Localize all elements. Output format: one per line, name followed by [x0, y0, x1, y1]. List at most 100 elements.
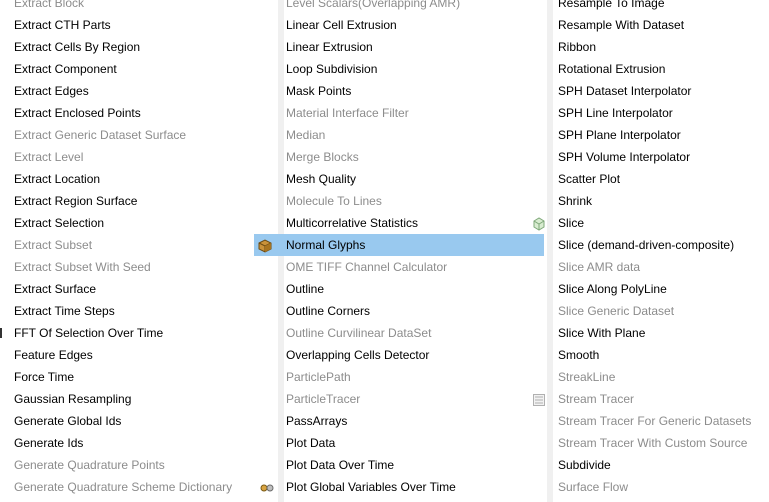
- menu-item[interactable]: Slice AMR data: [544, 256, 769, 278]
- menu-item[interactable]: Plot Data: [272, 432, 544, 454]
- menu-item[interactable]: Mesh Quality: [272, 168, 544, 190]
- menu-item[interactable]: ParticlePath: [272, 366, 544, 388]
- menu-item-label: Rotational Extrusion: [558, 62, 666, 76]
- menu-item[interactable]: Extract Time Steps: [0, 300, 272, 322]
- menu-item-label: Generate Quadrature Points: [14, 458, 165, 472]
- menu-item-label: Extract Block: [14, 0, 85, 10]
- menu-item[interactable]: Generate Ids: [0, 432, 272, 454]
- menu-item-label: Extract Subset With Seed: [14, 260, 151, 274]
- menu-item[interactable]: Resample With Dataset: [544, 14, 769, 36]
- menu-item-label: Plot Data: [286, 436, 336, 450]
- menu-item-label: SPH Plane Interpolator: [558, 128, 681, 142]
- menu-item[interactable]: Extract Level: [0, 146, 272, 168]
- menu-item[interactable]: Plot Data Over Time: [272, 454, 544, 476]
- menu-item[interactable]: Stream Tracer: [544, 388, 769, 410]
- menu-item-label: Force Time: [14, 370, 75, 384]
- menu-item[interactable]: PassArrays: [272, 410, 544, 432]
- menu-item-label: Extract Enclosed Points: [14, 106, 141, 120]
- menu-item-label: Resample With Dataset: [558, 18, 685, 32]
- menu-item[interactable]: Extract Subset With Seed: [0, 256, 272, 278]
- menu-item[interactable]: Slice: [544, 212, 769, 234]
- menu-item-label: Extract Region Surface: [14, 194, 138, 208]
- menu-item[interactable]: Resample To Image: [544, 0, 769, 14]
- menu-item[interactable]: Generate Quadrature Scheme Dictionary: [0, 476, 274, 498]
- menu-item[interactable]: Slice Along PolyLine: [544, 278, 769, 300]
- menu-item[interactable]: Extract Location: [0, 168, 272, 190]
- menu-item[interactable]: Overlapping Cells Detector: [272, 344, 544, 366]
- menu-item[interactable]: Linear Extrusion: [272, 36, 544, 58]
- menu-item[interactable]: Molecule To Lines: [272, 190, 544, 212]
- menu-item-label: Median: [286, 128, 326, 142]
- menu-item[interactable]: ParticleTracer: [272, 388, 545, 410]
- menu-item[interactable]: Extract Component: [0, 58, 272, 80]
- menu-item[interactable]: Outline: [272, 278, 544, 300]
- menu-item[interactable]: Subdivide: [544, 454, 769, 476]
- menu-item-label: Smooth: [558, 348, 600, 362]
- menu-item-label: Merge Blocks: [286, 150, 359, 164]
- menu-item-label: SPH Line Interpolator: [558, 106, 673, 120]
- menu-item[interactable]: Extract Block: [0, 0, 272, 14]
- menu-item[interactable]: Extract Cells By Region: [0, 36, 272, 58]
- menu-item[interactable]: Extract Region Surface: [0, 190, 272, 212]
- menu-item-label: Extract Generic Dataset Surface: [14, 128, 187, 142]
- menu-item[interactable]: Shrink: [544, 190, 769, 212]
- menu-item[interactable]: Slice (demand-driven-composite): [544, 234, 769, 256]
- menu-item-label: Linear Extrusion: [286, 40, 373, 54]
- menu-item[interactable]: Extract Edges: [0, 80, 272, 102]
- menu-item[interactable]: Outline Corners: [272, 300, 544, 322]
- menu-item[interactable]: Median: [272, 124, 544, 146]
- menu-item[interactable]: Extract Surface: [0, 278, 272, 300]
- menu-item[interactable]: Stream Tracer With Custom Source: [544, 432, 769, 454]
- menu-item-label: Extract Subset: [14, 238, 93, 252]
- menu-item[interactable]: Slice With Plane: [544, 322, 769, 344]
- menu-item[interactable]: Ribbon: [544, 36, 769, 58]
- menu-item-label: Multicorrelative Statistics: [286, 216, 419, 230]
- menu-item[interactable]: Gaussian Resampling: [0, 388, 272, 410]
- filters-menu: Extract Block Extract CTH Parts Extract …: [0, 0, 769, 502]
- menu-item[interactable]: Generate Global Ids: [0, 410, 272, 432]
- menu-item[interactable]: Multicorrelative Statistics: [272, 212, 545, 234]
- menu-item[interactable]: Plot Global Variables Over Time: [272, 476, 544, 498]
- menu-item[interactable]: FFT Of Selection Over Time: [0, 322, 272, 344]
- menu-item[interactable]: Merge Blocks: [272, 146, 544, 168]
- menu-item[interactable]: Surface Flow: [544, 476, 769, 498]
- menu-item[interactable]: SPH Dataset Interpolator: [544, 80, 769, 102]
- menu-item-label: Slice AMR data: [558, 260, 641, 274]
- menu-item-label: Slice Along PolyLine: [558, 282, 667, 296]
- menu-item-selected[interactable]: Normal Glyphs: [254, 234, 544, 256]
- menu-item-label: Normal Glyphs: [286, 238, 366, 252]
- menu-item-label: Surface Flow: [558, 480, 629, 494]
- menu-item[interactable]: Generate Quadrature Points: [0, 454, 272, 476]
- menu-item[interactable]: Loop Subdivision: [272, 58, 544, 80]
- menu-item[interactable]: Outline Curvilinear DataSet: [272, 322, 544, 344]
- menu-item[interactable]: Material Interface Filter: [272, 102, 544, 124]
- menu-item[interactable]: Level Scalars(Overlapping AMR): [272, 0, 544, 14]
- menu-item[interactable]: Linear Cell Extrusion: [272, 14, 544, 36]
- menu-item[interactable]: Extract Generic Dataset Surface: [0, 124, 272, 146]
- menu-item[interactable]: Slice Generic Dataset: [544, 300, 769, 322]
- menu-item[interactable]: Mask Points: [272, 80, 544, 102]
- menu-item[interactable]: SPH Line Interpolator: [544, 102, 769, 124]
- menu-item[interactable]: Smooth: [544, 344, 769, 366]
- menu-item-label: Slice: [558, 216, 585, 230]
- menu-item[interactable]: Extract CTH Parts: [0, 14, 272, 36]
- menu-item[interactable]: SPH Plane Interpolator: [544, 124, 769, 146]
- menu-item-label: OME TIFF Channel Calculator: [286, 260, 448, 274]
- menu-item[interactable]: StreakLine: [544, 366, 769, 388]
- menu-item[interactable]: Scatter Plot: [544, 168, 769, 190]
- menu-item-label: Slice With Plane: [558, 326, 646, 340]
- menu-item[interactable]: Stream Tracer For Generic Datasets: [544, 410, 769, 432]
- menu-item-label: Level Scalars(Overlapping AMR): [286, 0, 461, 10]
- menu-item[interactable]: SPH Volume Interpolator: [544, 146, 769, 168]
- menu-item-label: Generate Quadrature Scheme Dictionary: [14, 480, 233, 494]
- menu-item[interactable]: OME TIFF Channel Calculator: [272, 256, 544, 278]
- menu-item[interactable]: Extract Selection: [0, 212, 272, 234]
- menu-item[interactable]: Extract Enclosed Points: [0, 102, 272, 124]
- menu-item[interactable]: Extract Subset: [0, 234, 272, 256]
- menu-item[interactable]: Feature Edges: [0, 344, 272, 366]
- menu-item[interactable]: Force Time: [0, 366, 272, 388]
- menu-item[interactable]: Rotational Extrusion: [544, 58, 769, 80]
- menu-item-label: Plot Global Variables Over Time: [286, 480, 456, 494]
- menu-item-label: Molecule To Lines: [286, 194, 382, 208]
- menu-item-label: Outline: [286, 282, 325, 296]
